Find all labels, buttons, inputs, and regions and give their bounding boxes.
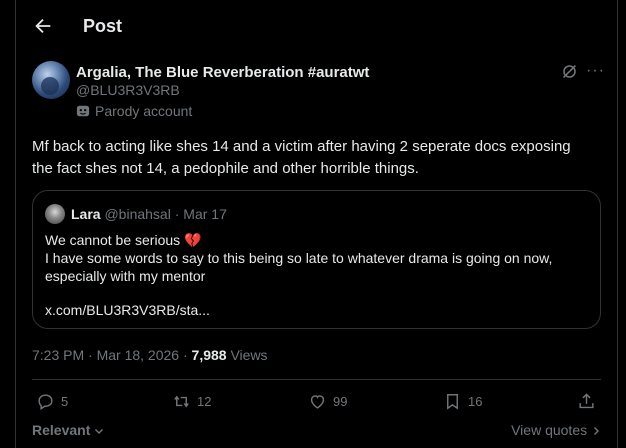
quote-text: We cannot be serious 💔 I have some words… (45, 231, 585, 285)
author-handle[interactable]: @BLU3R3V3RB (76, 82, 180, 98)
reply-count: 5 (61, 394, 69, 409)
reply-icon (38, 394, 53, 410)
quote-author-name: Lara (71, 206, 101, 222)
top-bar: Post (16, 0, 617, 54)
parody-label: Parody account (76, 103, 192, 119)
chevron-right-icon (594, 427, 599, 436)
repost-button[interactable]: 12 (172, 392, 211, 411)
post-meta: 7:23 PM · Mar 18, 2026 · 7,988 Views (32, 347, 268, 363)
quote-line-1: We cannot be serious (45, 232, 181, 248)
bookmark-icon (447, 394, 458, 410)
repost-icon (174, 395, 189, 408)
heart-icon (310, 395, 325, 409)
quote-line-2: I have some words to say to this being s… (45, 250, 553, 284)
parody-mask-icon (76, 105, 90, 117)
like-button[interactable]: 99 (308, 392, 347, 411)
like-count: 99 (333, 394, 348, 409)
post-column: Post Argalia, The Blue Reverberation #au… (15, 0, 618, 448)
bookmark-count: 16 (468, 394, 483, 409)
quote-author-handle: @binahsal (104, 206, 171, 222)
broken-heart-emoji: 💔 (184, 232, 202, 248)
repost-count: 12 (197, 394, 212, 409)
view-quotes-link[interactable]: View quotes (511, 422, 601, 438)
grok-icon[interactable] (561, 63, 578, 80)
quote-header: Lara @binahsal · Mar 17 (71, 206, 227, 222)
share-icon (579, 393, 594, 409)
author-name[interactable]: Argalia, The Blue Reverberation #auratwt (76, 64, 369, 81)
divider (32, 379, 601, 380)
views-label: Views (226, 347, 268, 363)
quote-author-avatar (45, 204, 65, 224)
quote-date: · Mar 17 (170, 206, 227, 222)
action-bar: 5 12 99 16 (32, 392, 601, 416)
post-text: Mf back to acting like shes 14 and a vic… (32, 138, 571, 177)
post-timestamp[interactable]: 7:23 PM · Mar 18, 2026 · (32, 347, 192, 363)
share-button[interactable] (577, 392, 596, 411)
reply-button[interactable]: 5 (36, 392, 68, 411)
page-title: Post (83, 16, 123, 36)
bookmark-button[interactable]: 16 (443, 392, 482, 411)
author-avatar[interactable] (32, 61, 70, 99)
views-count: 7,988 (191, 347, 227, 363)
view-quotes-label: View quotes (511, 422, 588, 438)
quote-link[interactable]: x.com/BLU3R3V3RB/sta... (45, 302, 210, 318)
quoted-post[interactable]: Lara @binahsal · Mar 17 We cannot be ser… (32, 190, 601, 329)
chevron-down-icon (95, 429, 104, 435)
parody-label-text: Parody account (95, 103, 193, 119)
more-options-icon[interactable]: ··· (586, 62, 604, 80)
sort-label: Relevant (32, 422, 91, 438)
sort-relevant-dropdown[interactable]: Relevant (32, 422, 104, 438)
back-arrow-icon[interactable] (32, 15, 54, 37)
